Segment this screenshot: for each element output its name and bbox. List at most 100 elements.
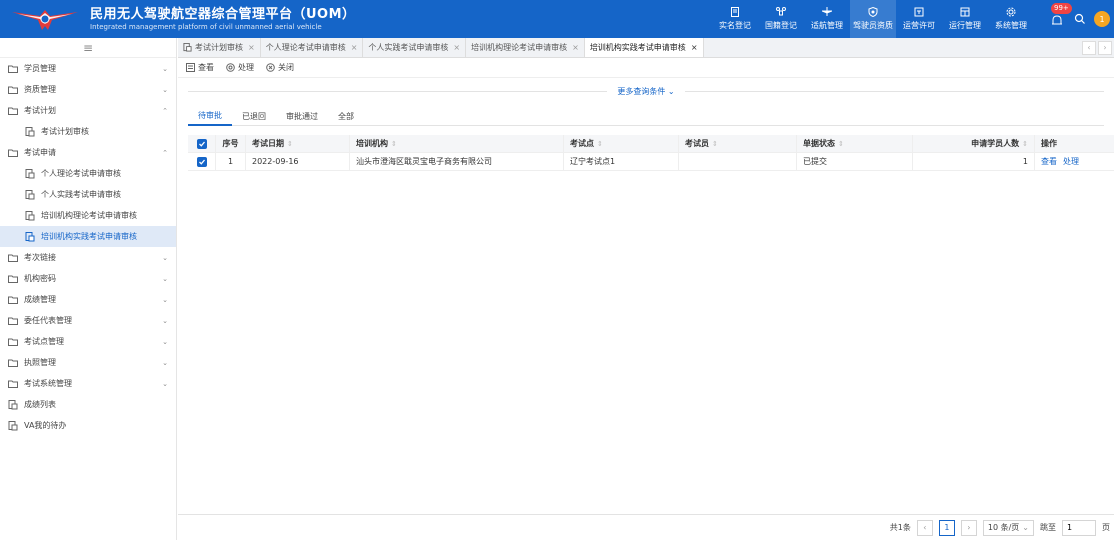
select-all-checkbox[interactable] — [188, 134, 216, 153]
nav-nationality[interactable]: 国籍登记 — [758, 0, 804, 38]
close-icon[interactable]: × — [351, 43, 358, 52]
more-query-toggle[interactable]: 更多查询条件 ⌄ — [607, 86, 684, 97]
sidebar-item[interactable]: 委任代表管理 ⌄ — [0, 310, 176, 331]
page-size-select[interactable]: 10 条/页 ⌄ — [982, 519, 1034, 536]
process-icon — [226, 63, 235, 72]
col-date[interactable]: 考试日期 ⇕ — [246, 134, 350, 153]
sidebar-menu: 学员管理 ⌄ 资质管理 ⌄ 考试计划 ⌃ 考试计划审核 考试申请 ⌃ 个人理论考试申请审核 个人实践… — [0, 58, 176, 436]
col-org[interactable]: 培训机构 ⇕ — [350, 134, 564, 153]
app-title: 民用无人驾驶航空器综合管理平台（UOM） — [90, 6, 356, 22]
sort-icon: ⇕ — [597, 139, 603, 148]
sidebar-item[interactable]: 成绩列表 — [0, 394, 176, 415]
row-process-link[interactable]: 处理 — [1063, 156, 1079, 167]
toolbar: 查看 处理 关闭 — [178, 58, 1114, 78]
tab-approved[interactable]: 审批通过 — [276, 106, 328, 126]
cell-status: 已提交 — [797, 152, 913, 171]
sidebar-item[interactable]: 个人理论考试申请审核 — [0, 163, 176, 184]
view-button[interactable]: 查看 — [186, 62, 214, 73]
sidebar-item[interactable]: 学员管理 ⌄ — [0, 58, 176, 79]
sort-icon: ⇕ — [287, 139, 293, 148]
page-tab[interactable]: 个人理论考试申请审核 × — [261, 38, 364, 57]
page-tab[interactable]: 个人实践考试申请审核 × — [363, 38, 467, 57]
more-query-divider: 更多查询条件 ⌄ — [188, 84, 1104, 98]
sidebar-item[interactable]: 考试计划 ⌃ — [0, 100, 176, 121]
nav-operation-license[interactable]: 运营许可 — [896, 0, 942, 38]
goto-label: 跳至 — [1040, 523, 1056, 532]
nav-real-name[interactable]: 实名登记 — [712, 0, 758, 38]
sidebar-item-label: 资质管理 — [24, 85, 56, 94]
sidebar-item[interactable]: 个人实践考试申请审核 — [0, 184, 176, 205]
close-icon[interactable]: × — [248, 43, 255, 52]
top-nav: 实名登记 国籍登记 适航管理 驾驶员资质 运营许可 运行管理 系统管理 — [712, 0, 1034, 38]
sidebar-item[interactable]: 执照管理 ⌄ — [0, 352, 176, 373]
chevron-up-icon: ⌃ — [162, 106, 168, 115]
sidebar-item-label: 个人实践考试申请审核 — [41, 190, 121, 199]
top-header: 民用无人驾驶航空器综合管理平台（UOM） Integrated manageme… — [0, 0, 1114, 38]
nav-operation-management[interactable]: 运行管理 — [942, 0, 988, 38]
sidebar-item-label: 考次链接 — [24, 253, 56, 262]
goto-page-input[interactable] — [1062, 519, 1096, 536]
sort-icon: ⇕ — [391, 139, 397, 148]
row-checkbox[interactable] — [188, 152, 216, 171]
sidebar-item[interactable]: 考试系统管理 ⌄ — [0, 373, 176, 394]
sidebar-item[interactable]: 考次链接 ⌄ — [0, 247, 176, 268]
page-icon — [25, 126, 35, 137]
col-site[interactable]: 考试点 ⇕ — [564, 134, 679, 153]
sidebar-item[interactable]: 机构密码 ⌄ — [0, 268, 176, 289]
sidebar-item[interactable]: 考试申请 ⌃ — [0, 142, 176, 163]
sidebar-item[interactable]: VA我的待办 — [0, 415, 176, 436]
page-tab[interactable]: 培训机构理论考试申请审核 × — [466, 38, 585, 57]
col-examiner[interactable]: 考试员 ⇕ — [679, 134, 797, 153]
chevron-down-icon: ⌄ — [162, 379, 168, 388]
sidebar-item-label: 考试申请 — [24, 148, 56, 157]
page-tab[interactable]: 培训机构实践考试申请审核 × — [584, 38, 704, 57]
menu-toggle-button[interactable]: ≡ — [0, 38, 176, 58]
tab-returned[interactable]: 已退回 — [232, 106, 276, 126]
folder-icon — [8, 253, 18, 263]
nav-system-management[interactable]: 系统管理 — [988, 0, 1034, 38]
tab-scroll-left-icon[interactable]: ‹ — [1082, 40, 1096, 55]
sidebar-item[interactable]: 成绩管理 ⌄ — [0, 289, 176, 310]
avatar[interactable]: 1 — [1094, 11, 1110, 27]
sidebar-item[interactable]: 考试点管理 ⌄ — [0, 331, 176, 352]
sort-icon: ⇕ — [838, 139, 844, 148]
table-header: 序号 考试日期 ⇕ 培训机构 ⇕ 考试点 ⇕ 考试员 ⇕ 单据状态 ⇕ 申请学员人数 ⇕ 操… — [188, 134, 1114, 153]
sidebar-item-label: 考试计划审核 — [41, 127, 89, 136]
close-icon[interactable]: × — [691, 43, 698, 52]
sidebar-item-label: 执照管理 — [24, 358, 56, 367]
sidebar-item[interactable]: 培训机构实践考试申请审核 — [0, 226, 176, 247]
sidebar-item-label: 考试计划 — [24, 106, 56, 115]
tab-all[interactable]: 全部 — [328, 106, 364, 126]
page-number-button[interactable]: 1 — [938, 519, 955, 536]
next-page-button[interactable]: › — [960, 519, 977, 536]
tab-pending[interactable]: 待审批 — [188, 106, 232, 126]
row-view-link[interactable]: 查看 — [1041, 156, 1057, 167]
page-icon — [8, 399, 18, 410]
col-status[interactable]: 单据状态 ⇕ — [797, 134, 913, 153]
application-table: 序号 考试日期 ⇕ 培训机构 ⇕ 考试点 ⇕ 考试员 ⇕ 单据状态 ⇕ 申请学员人数 ⇕ 操… — [188, 134, 1114, 171]
search-icon[interactable] — [1074, 13, 1086, 25]
process-button[interactable]: 处理 — [226, 62, 254, 73]
sidebar-item-label: 考试点管理 — [24, 337, 64, 346]
notification-button[interactable]: 99+ — [1048, 3, 1072, 28]
folder-icon — [8, 316, 18, 326]
nav-airworthiness[interactable]: 适航管理 — [804, 0, 850, 38]
folder-icon — [8, 64, 18, 74]
cell-count: 1 — [913, 152, 1035, 171]
nav-pilot-qualification[interactable]: 驾驶员资质 — [850, 0, 896, 38]
sidebar-item-label: 培训机构理论考试申请审核 — [41, 211, 137, 220]
close-icon[interactable]: × — [453, 43, 460, 52]
close-button[interactable]: 关闭 — [266, 62, 294, 73]
chevron-right-icon: › — [967, 523, 971, 532]
sidebar-item[interactable]: 资质管理 ⌄ — [0, 79, 176, 100]
col-count[interactable]: 申请学员人数 ⇕ — [913, 134, 1035, 153]
sidebar-item[interactable]: 考试计划审核 — [0, 121, 176, 142]
bell-icon — [1052, 15, 1062, 25]
tab-scroll-right-icon[interactable]: › — [1098, 40, 1112, 55]
sidebar-item[interactable]: 培训机构理论考试申请审核 — [0, 205, 176, 226]
prev-page-button[interactable]: ‹ — [916, 519, 933, 536]
close-icon[interactable]: × — [572, 43, 579, 52]
table-row[interactable]: 1 2022-09-16 汕头市澄海区戢灵宝电子商务有限公司 辽宁考试点1 已提… — [188, 152, 1114, 171]
page-tab[interactable]: 考试计划审核 × — [178, 38, 261, 57]
shield-icon — [868, 7, 878, 17]
